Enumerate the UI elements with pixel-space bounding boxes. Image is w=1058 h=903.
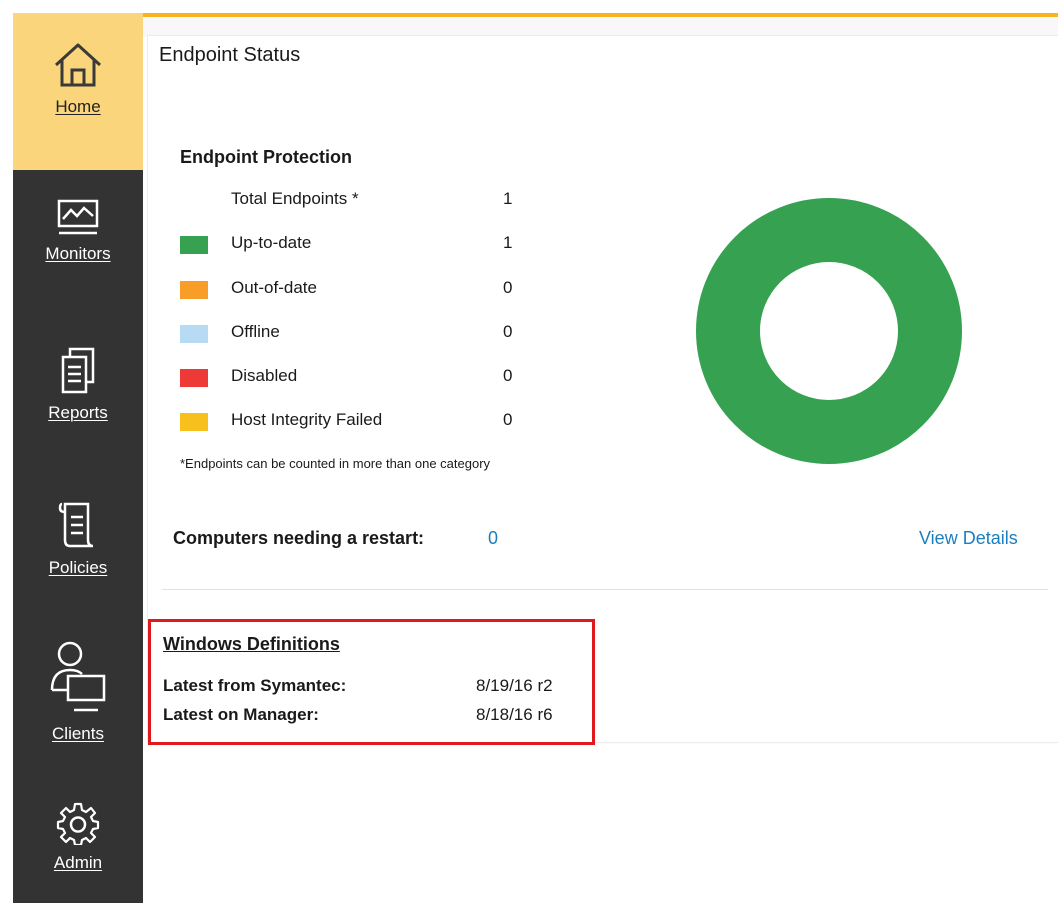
endpoint-footnote: *Endpoints can be counted in more than o…: [180, 456, 491, 471]
left-edge: [0, 13, 13, 903]
status-swatch: [180, 325, 208, 343]
status-swatch: [180, 281, 208, 299]
definitions-row-label: Latest from Symantec:: [163, 676, 347, 695]
definitions-row-value: 8/18/16 r6: [476, 705, 553, 724]
status-swatch: [180, 369, 208, 387]
definitions-row-label: Latest on Manager:: [163, 705, 319, 724]
reports-icon: [61, 347, 95, 394]
clients-icon: [50, 641, 106, 712]
sidebar-item-label: Policies: [48, 558, 108, 577]
status-count: 0: [503, 366, 513, 385]
windows-definitions-title: Windows Definitions: [163, 634, 340, 654]
status-swatch: [180, 413, 208, 431]
monitor-icon: [57, 199, 99, 235]
endpoint-donut-chart: [696, 198, 962, 464]
section-divider: [162, 589, 1048, 590]
sidebar-item-label: Monitors: [45, 244, 111, 263]
content-header-band: [143, 17, 1058, 37]
status-count: 0: [503, 278, 513, 297]
sidebar-item-admin[interactable]: Admin: [13, 801, 143, 903]
top-strip: [0, 0, 1058, 10]
status-swatch: [180, 236, 208, 254]
total-endpoints-count: 1: [503, 189, 513, 208]
sidebar-item-monitors[interactable]: Monitors: [13, 198, 143, 318]
endpoint-protection-title: Endpoint Protection: [180, 147, 352, 167]
sidebar-nav: Home Monitors Reports Policies Clients A…: [13, 13, 143, 903]
page-title: Endpoint Status: [159, 44, 301, 66]
status-row: Host Integrity Failed 0: [180, 410, 520, 436]
definitions-row-value: 8/19/16 r2: [476, 676, 553, 695]
total-endpoints-row: Total Endpoints * 1: [180, 189, 520, 215]
restart-count-link[interactable]: 0: [488, 528, 498, 549]
status-row: Disabled 0: [180, 366, 520, 392]
sidebar-item-label: Reports: [48, 403, 108, 422]
view-details-link[interactable]: View Details: [919, 528, 1018, 549]
status-label: Offline: [231, 322, 280, 341]
sidebar-item-label: Home: [55, 97, 101, 116]
status-count: 0: [503, 410, 513, 429]
sidebar-item-label: Admin: [53, 853, 103, 872]
status-row: Offline 0: [180, 322, 520, 348]
gear-icon: [56, 802, 100, 845]
restart-label: Computers needing a restart:: [173, 528, 425, 548]
status-row: Out-of-date 0: [180, 278, 520, 304]
status-count: 0: [503, 322, 513, 341]
status-label: Out-of-date: [231, 278, 317, 297]
status-count: 1: [503, 233, 513, 252]
donut-ring: [696, 198, 962, 464]
sidebar-item-reports[interactable]: Reports: [13, 347, 143, 467]
sidebar-item-label: Clients: [52, 724, 104, 743]
sidebar-item-clients[interactable]: Clients: [13, 638, 143, 778]
sidebar-item-home[interactable]: Home: [13, 13, 143, 170]
status-label: Host Integrity Failed: [231, 410, 383, 429]
status-row: Up-to-date 1: [180, 233, 520, 259]
policies-icon: [58, 502, 94, 548]
total-endpoints-label: Total Endpoints *: [231, 189, 359, 208]
status-label: Up-to-date: [231, 233, 312, 252]
home-icon: [54, 43, 102, 87]
sidebar-item-policies[interactable]: Policies: [13, 500, 143, 620]
status-label: Disabled: [231, 366, 298, 385]
